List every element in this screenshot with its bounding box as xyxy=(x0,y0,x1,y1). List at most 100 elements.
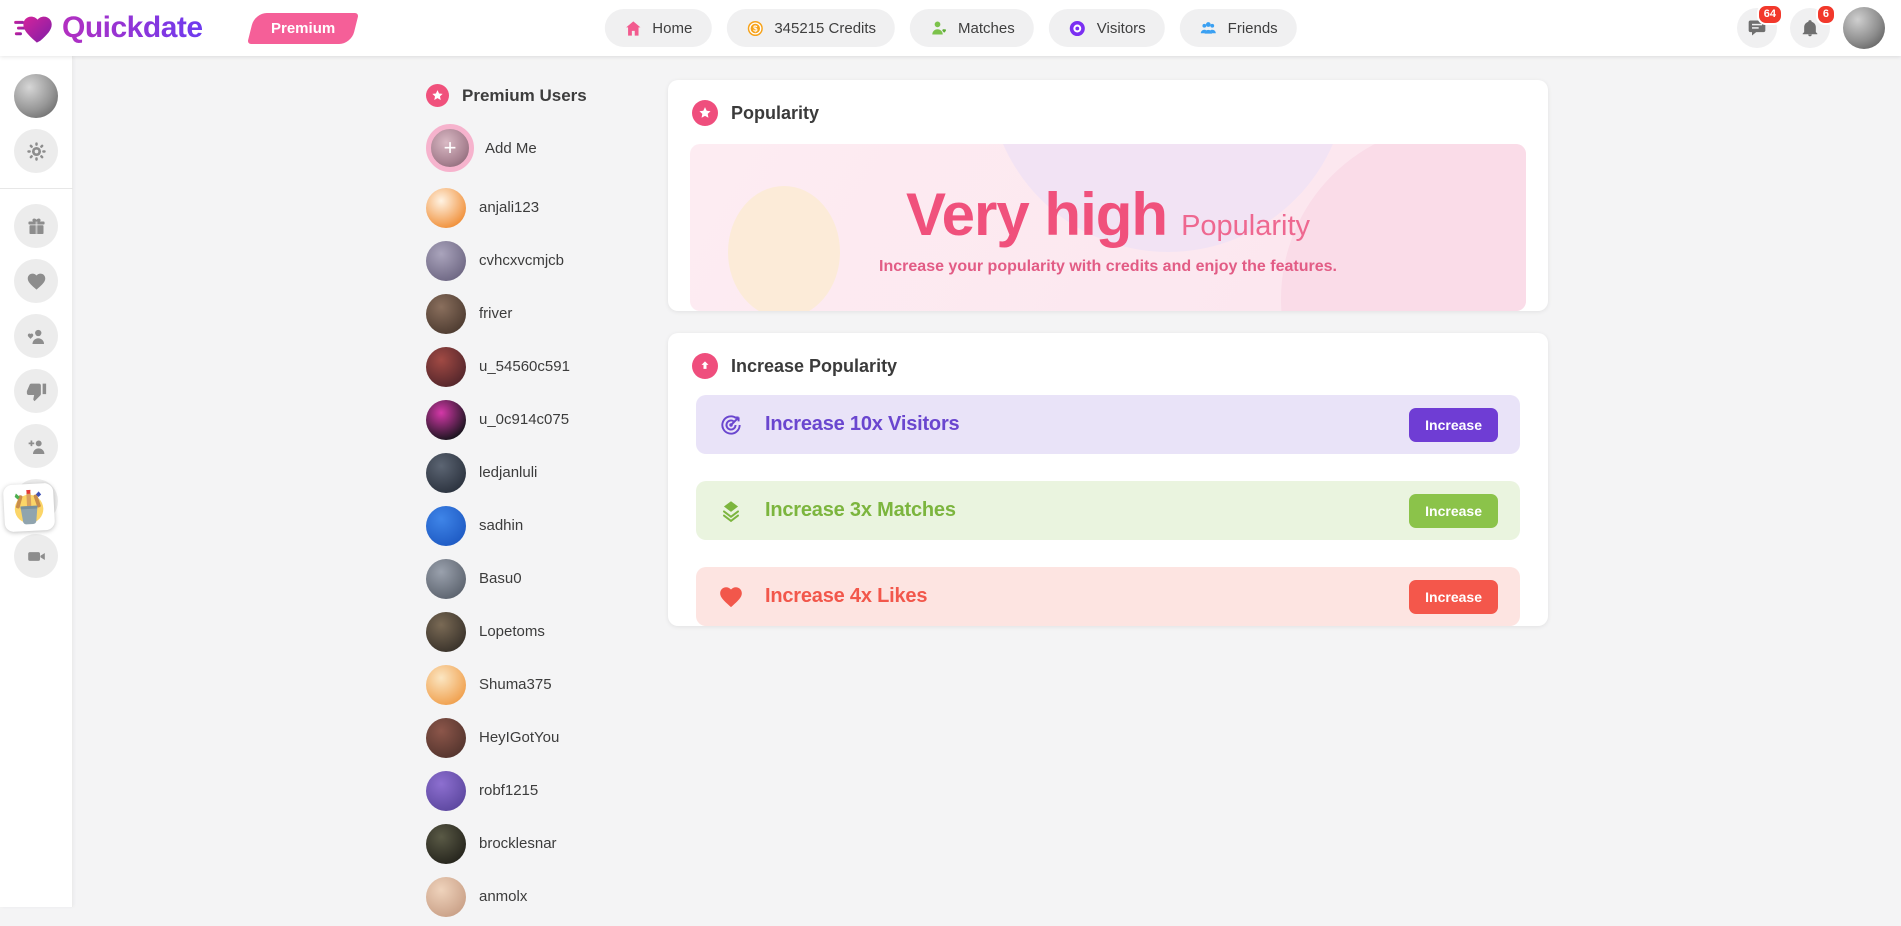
star-badge-icon xyxy=(426,84,449,107)
popularity-level-line: Very high Popularity xyxy=(906,180,1310,249)
main-nav: Home $ 345215 Credits Matches Visitors F… xyxy=(604,9,1297,47)
popularity-level-suffix: Popularity xyxy=(1181,209,1311,242)
premium-user-row[interactable]: friver xyxy=(426,287,676,340)
user-name: robf1215 xyxy=(479,782,539,799)
user-name: u_0c914c075 xyxy=(479,411,570,428)
user-avatar xyxy=(426,505,466,546)
friends-icon xyxy=(1200,21,1216,34)
premium-users-list: anjali123 cvhcxvcmjcb friver u_54560c591 u_0… xyxy=(426,181,676,923)
popularity-banner: Very high Popularity Increase your popul… xyxy=(690,144,1526,311)
user-name: friver xyxy=(479,305,513,322)
popularity-title: Popularity xyxy=(731,102,820,123)
home-icon xyxy=(625,20,640,36)
premium-user-row[interactable]: ledjanluli xyxy=(426,446,676,499)
user-avatar xyxy=(426,770,466,811)
premium-user-row[interactable]: u_54560c591 xyxy=(426,340,676,393)
target-icon xyxy=(721,414,741,435)
sidebar-profile-avatar[interactable] xyxy=(14,74,58,118)
user-name: Basu0 xyxy=(479,570,522,587)
add-person-icon xyxy=(28,439,44,454)
popularity-subtitle: Increase your popularity with credits an… xyxy=(879,257,1337,275)
thumbs-down-icon xyxy=(26,383,46,401)
premium-user-row[interactable]: robf1215 xyxy=(426,764,676,817)
profile-avatar[interactable] xyxy=(1843,7,1885,49)
increase-popularity-title: Increase Popularity xyxy=(731,355,898,376)
layers-icon xyxy=(722,500,740,522)
increase-likes-button[interactable]: Increase xyxy=(1409,579,1498,614)
person-heart-icon xyxy=(27,329,44,344)
user-avatar xyxy=(426,452,466,493)
boost-matches-label: Increase 3x Matches xyxy=(765,499,956,521)
nav-matches[interactable]: Matches xyxy=(910,9,1034,47)
user-name: brocklesnar xyxy=(479,835,557,852)
user-avatar xyxy=(426,823,466,864)
left-sidebar xyxy=(0,56,73,907)
user-avatar xyxy=(426,293,466,334)
add-me-row[interactable]: + Add Me xyxy=(426,124,676,172)
svg-text:$: $ xyxy=(753,24,758,33)
premium-user-row[interactable]: Lopetoms xyxy=(426,605,676,658)
sidebar-add-friend-button[interactable] xyxy=(14,424,58,468)
brand-name: Quickdate xyxy=(62,11,203,44)
increase-popularity-header: Increase Popularity xyxy=(668,333,1548,395)
sidebar-divider xyxy=(0,188,73,189)
notifications-badge: 6 xyxy=(1815,4,1836,25)
messages-button[interactable]: 64 xyxy=(1737,4,1783,48)
premium-user-row[interactable]: Basu0 xyxy=(426,552,676,605)
sidebar-video-button[interactable] xyxy=(14,534,58,578)
star-icon xyxy=(692,100,718,126)
user-avatar xyxy=(426,664,466,705)
premium-badge: Premium xyxy=(246,12,359,44)
visitors-icon xyxy=(1069,20,1085,36)
increase-matches-button[interactable]: Increase xyxy=(1409,493,1498,528)
boost-likes-label: Increase 4x Likes xyxy=(765,585,928,607)
add-me-label: Add Me xyxy=(485,139,537,157)
popularity-card: Popularity Very high Popularity Increase… xyxy=(668,80,1548,311)
user-avatar xyxy=(426,876,466,917)
user-name: Lopetoms xyxy=(479,623,545,640)
brand-logo[interactable]: Quickdate xyxy=(14,11,203,45)
user-avatar xyxy=(426,240,466,281)
user-avatar xyxy=(426,187,466,228)
art-sticker[interactable] xyxy=(2,482,56,533)
gift-icon xyxy=(27,217,45,234)
nav-home[interactable]: Home xyxy=(604,9,712,47)
user-name: HeyIGotYou xyxy=(479,729,560,746)
sidebar-matches-button[interactable] xyxy=(14,314,58,358)
premium-user-row[interactable]: anjali123 xyxy=(426,181,676,234)
premium-user-row[interactable]: sadhin xyxy=(426,499,676,552)
credits-coin-icon: $ xyxy=(747,20,763,36)
user-name: anmolx xyxy=(479,888,528,905)
paintbrush-cup-icon xyxy=(14,489,44,524)
sidebar-dislikes-button[interactable] xyxy=(14,369,58,413)
heart-logo-icon xyxy=(14,16,52,43)
premium-user-row[interactable]: HeyIGotYou xyxy=(426,711,676,764)
popularity-card-header: Popularity xyxy=(668,80,1548,142)
sidebar-likes-button[interactable] xyxy=(14,259,58,303)
user-avatar xyxy=(426,399,466,440)
notifications-button[interactable]: 6 xyxy=(1790,4,1836,48)
premium-user-row[interactable]: u_0c914c075 xyxy=(426,393,676,446)
premium-user-row[interactable]: cvhcxvcmjcb xyxy=(426,234,676,287)
increase-visitors-button[interactable]: Increase xyxy=(1409,407,1498,442)
arrow-up-circle-icon xyxy=(692,353,718,379)
heart-icon xyxy=(27,273,45,290)
premium-user-row[interactable]: brocklesnar xyxy=(426,817,676,870)
user-name: sadhin xyxy=(479,517,524,534)
sidebar-gifts-button[interactable] xyxy=(14,204,58,248)
nav-visitors[interactable]: Visitors xyxy=(1048,9,1165,47)
add-me-avatar: + xyxy=(426,124,474,172)
user-avatar xyxy=(426,346,466,387)
premium-users-header: Premium Users xyxy=(426,84,676,107)
matches-icon xyxy=(932,21,947,34)
user-avatar xyxy=(426,558,466,599)
popularity-level: Very high xyxy=(905,180,1168,248)
user-name: u_54560c591 xyxy=(479,358,570,375)
boost-visitors-label: Increase 10x Visitors xyxy=(765,413,960,435)
nav-friends[interactable]: Friends xyxy=(1179,9,1297,47)
sidebar-settings-button[interactable] xyxy=(14,129,58,173)
premium-user-row[interactable]: anmolx xyxy=(426,870,676,923)
main-content: Popularity Very high Popularity Increase… xyxy=(668,80,1548,653)
premium-user-row[interactable]: Shuma375 xyxy=(426,658,676,711)
nav-credits[interactable]: $ 345215 Credits xyxy=(726,9,896,47)
